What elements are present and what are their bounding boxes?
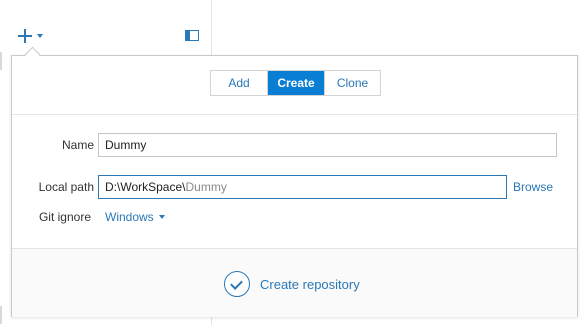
tab-add[interactable]: Add: [211, 71, 268, 95]
tab-create[interactable]: Create: [268, 71, 324, 95]
create-repository-label: Create repository: [260, 276, 360, 292]
git-ignore-dropdown[interactable]: Windows: [105, 210, 165, 224]
local-path-base: D:\WorkSpace\: [105, 180, 186, 194]
left-edge-mark: [0, 52, 2, 70]
caret-down-icon: [158, 215, 165, 219]
git-ignore-label: Git ignore: [38, 210, 91, 224]
name-label: Name: [61, 138, 94, 152]
tab-clone[interactable]: Clone: [324, 71, 380, 95]
create-repository-button[interactable]: Create repository: [224, 269, 360, 299]
sidebar-panel-icon[interactable]: [185, 30, 199, 41]
git-ignore-value: Windows: [105, 210, 154, 224]
browse-button[interactable]: Browse: [513, 180, 553, 194]
caret-down-icon: [37, 34, 43, 38]
name-field[interactable]: Dummy: [98, 133, 557, 157]
mode-tabs: Add Create Clone: [210, 70, 381, 96]
repository-popover: Add Create Clone Name Dummy Local path D…: [11, 55, 578, 317]
popover-header: Add Create Clone: [12, 56, 577, 115]
local-path-label: Local path: [38, 180, 94, 194]
add-repository-menu-button[interactable]: [18, 26, 52, 46]
local-path-field[interactable]: D:\WorkSpace\Dummy: [98, 175, 507, 199]
plus-icon: [18, 29, 32, 43]
local-path-repo-name: Dummy: [185, 180, 227, 194]
popover-footer: Create repository: [12, 248, 577, 317]
check-circle-icon: [224, 271, 250, 297]
left-edge-mark: [0, 306, 2, 324]
name-value: Dummy: [105, 138, 147, 152]
